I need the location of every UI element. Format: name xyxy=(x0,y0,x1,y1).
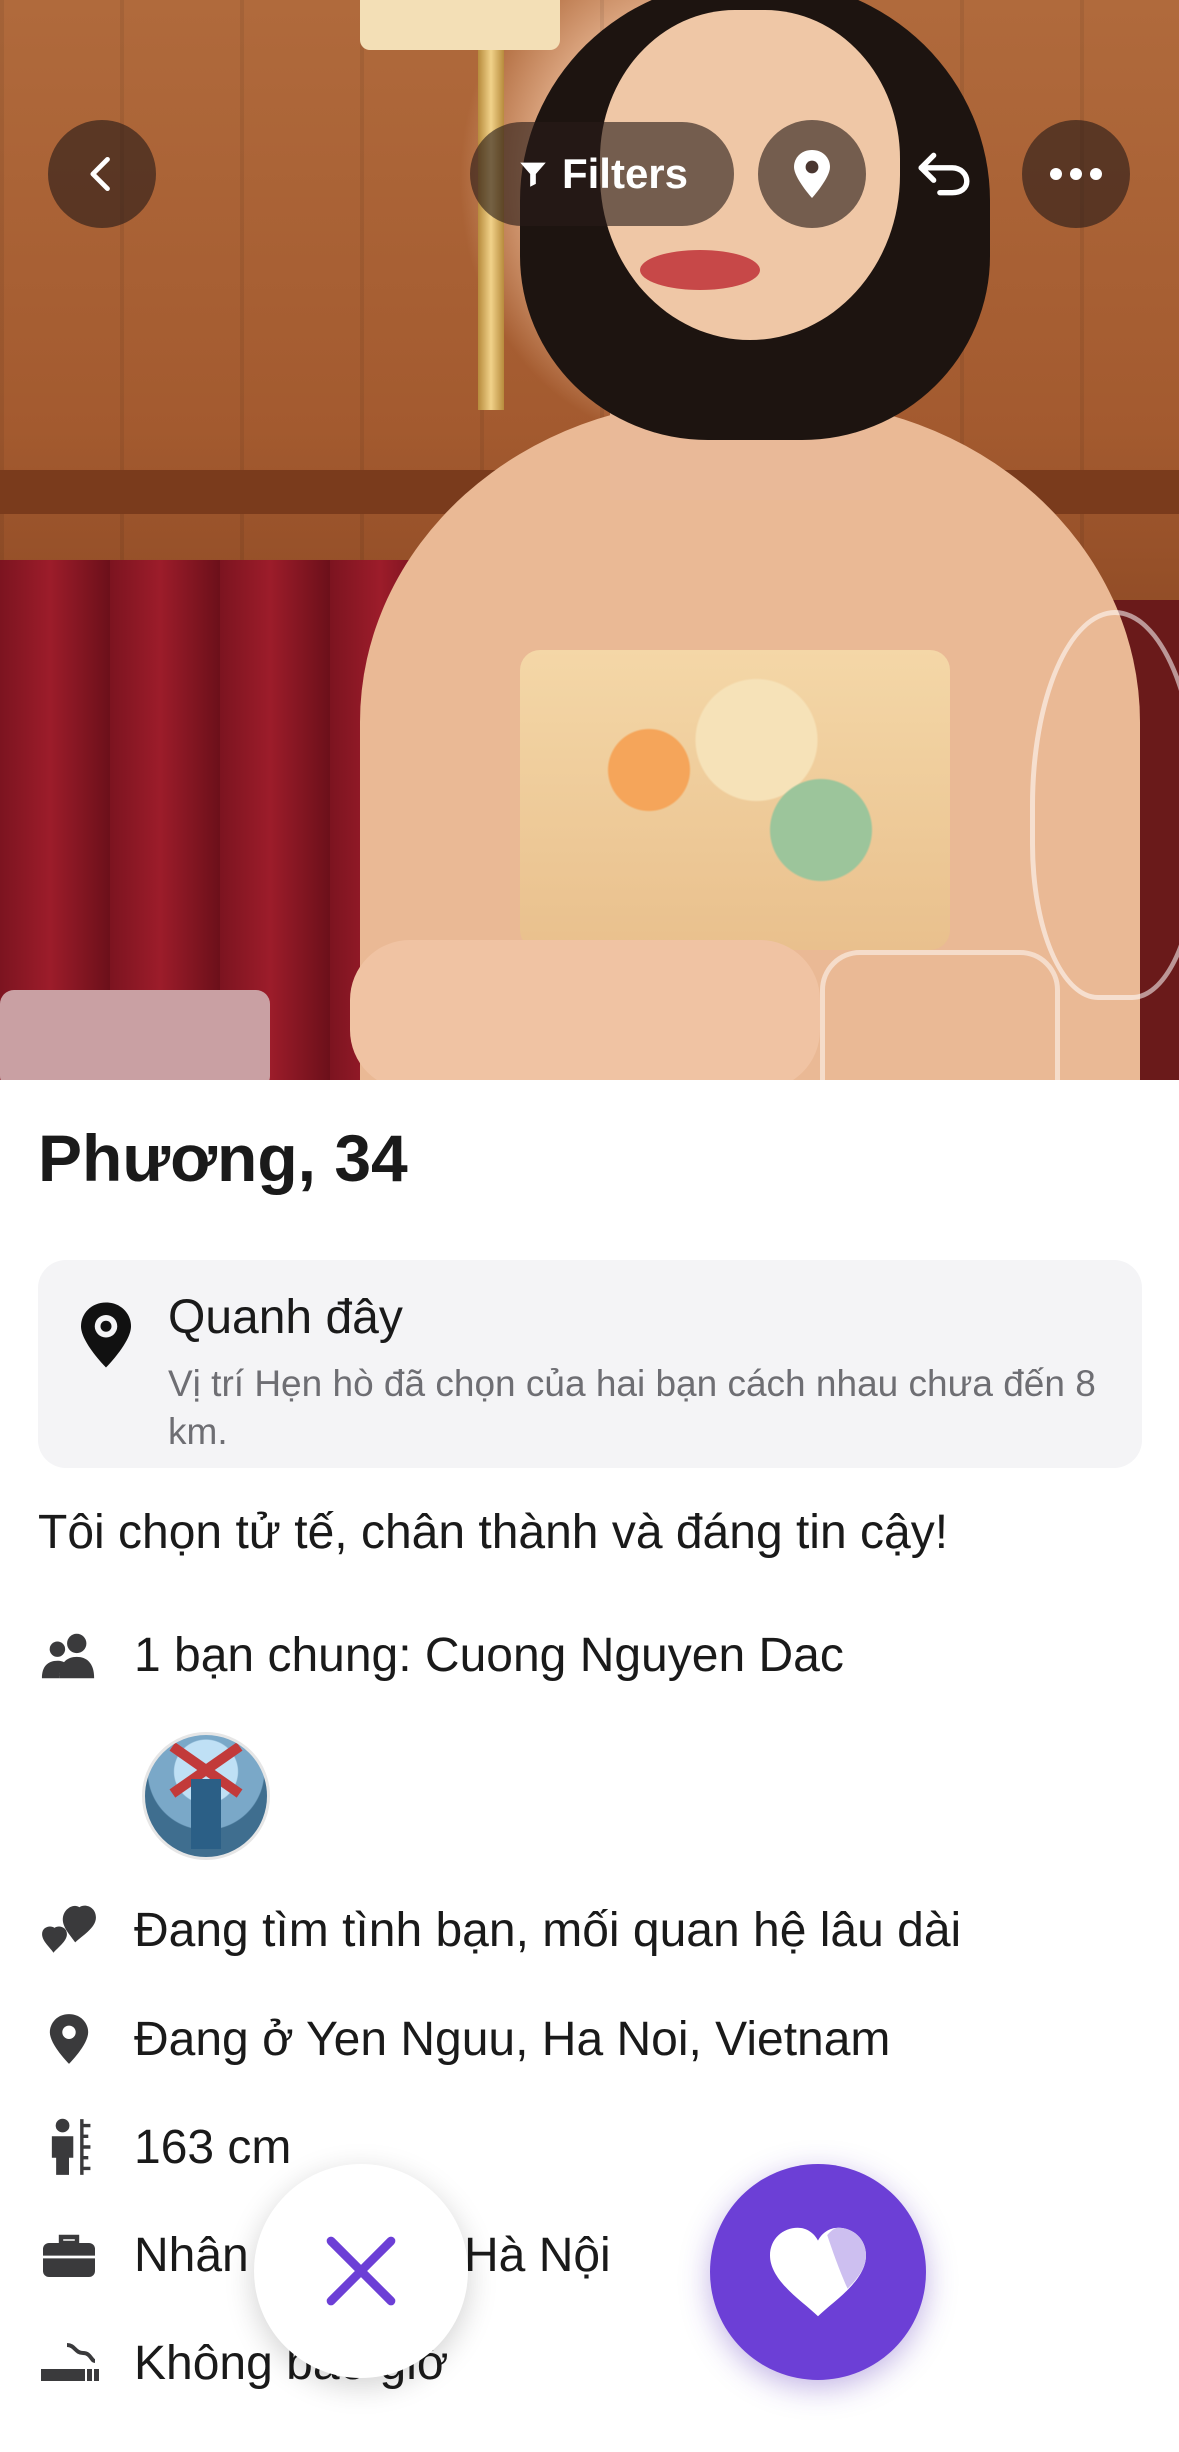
mutual-friends-text: 1 bạn chung: Cuong Nguyen Dac xyxy=(134,1628,844,1682)
height-row: 163 cm xyxy=(38,2112,291,2182)
person-hands xyxy=(350,940,820,1080)
mutual-friend-avatar[interactable] xyxy=(142,1732,270,1860)
close-icon xyxy=(326,2236,396,2306)
looking-for-row: Đang tìm tình bạn, mối quan hệ lâu dài xyxy=(38,1895,961,1965)
job-text-start: Nhân xyxy=(134,2228,249,2282)
heart-icon xyxy=(770,2227,866,2317)
location-pin-icon xyxy=(794,150,830,198)
like-button[interactable] xyxy=(710,2164,926,2380)
location-pin-icon xyxy=(81,1302,131,1368)
location-card-title: Quanh đây xyxy=(168,1291,403,1344)
avatar-windmill-body xyxy=(191,1779,221,1849)
lives-in-row: Đang ở Yen Nguu, Ha Noi, Vietnam xyxy=(38,2004,890,2074)
lives-in-text: Đang ở Yen Nguu, Ha Noi, Vietnam xyxy=(134,2012,891,2066)
pass-button[interactable] xyxy=(254,2164,468,2378)
looking-for-text: Đang tìm tình bạn, mối quan hệ lâu dài xyxy=(134,1903,962,1957)
person-lips xyxy=(640,250,760,290)
lamp-stem xyxy=(478,50,504,410)
funnel-icon xyxy=(520,162,546,187)
hearts-icon xyxy=(38,1899,100,1961)
mutual-friends-row[interactable]: 1 bạn chung: Cuong Nguyen Dac xyxy=(38,1620,844,1690)
more-options-button[interactable] xyxy=(1022,120,1130,228)
person-top xyxy=(520,650,950,950)
water-glass xyxy=(820,950,1060,1080)
handbag xyxy=(0,990,270,1080)
job-text-end: Hà Nội xyxy=(464,2228,611,2282)
location-button[interactable] xyxy=(758,120,866,228)
smoking-row: Không bao giờ xyxy=(38,2328,448,2398)
briefcase-icon xyxy=(38,2224,100,2286)
location-card-description: Vị trí Hẹn hò đã chọn của hai bạn cách n… xyxy=(168,1363,1096,1452)
people-icon xyxy=(38,1624,100,1686)
location-pin-icon xyxy=(38,2008,100,2070)
job-row: Nhân Hà Nội xyxy=(38,2220,611,2290)
height-text: 163 cm xyxy=(134,2120,292,2174)
smoking-icon xyxy=(38,2332,100,2394)
height-icon xyxy=(38,2116,100,2178)
filters-label: Filters xyxy=(561,150,689,197)
profile-bio: Tôi chọn tử tế, chân thành và đáng tin c… xyxy=(38,1506,949,1559)
undo-button[interactable] xyxy=(890,120,998,228)
more-horizontal-icon xyxy=(1050,168,1102,180)
undo-icon xyxy=(918,152,970,196)
chevron-left-icon xyxy=(90,156,110,192)
back-button[interactable] xyxy=(48,120,156,228)
filters-button[interactable]: Filters xyxy=(470,122,734,226)
profile-name-age: Phương, 34 xyxy=(38,1121,408,1195)
lamp-shade xyxy=(360,0,560,50)
location-distance-card: Quanh đây Vị trí Hẹn hò đã chọn của hai … xyxy=(38,1260,1142,1468)
